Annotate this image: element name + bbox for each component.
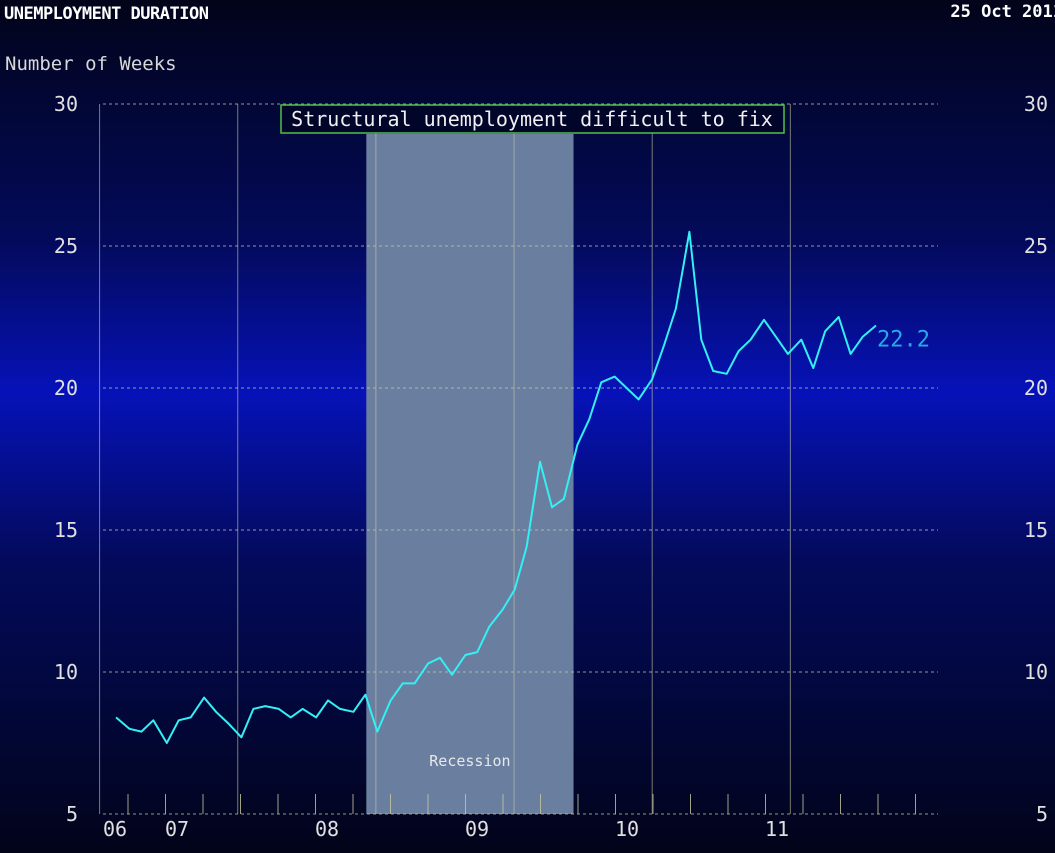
y-tick-label-right: 5 — [1036, 802, 1048, 826]
y-tick-label-right: 20 — [1024, 376, 1048, 400]
y-tick-label-right: 25 — [1024, 234, 1048, 258]
x-tick-label: 10 — [615, 817, 639, 841]
y-tick-label-left: 5 — [66, 802, 78, 826]
y-tick-label-left: 30 — [54, 92, 78, 116]
annotation-box: Structural unemployment difficult to fix — [280, 104, 785, 134]
annotation-text: Structural unemployment difficult to fix — [291, 107, 773, 131]
y-tick-label-left: 15 — [54, 518, 78, 542]
x-tick-label: 09 — [465, 817, 489, 841]
x-tick-label: 11 — [765, 817, 789, 841]
x-tick-label: 06 — [103, 817, 127, 841]
x-tick-label: 07 — [165, 817, 189, 841]
y-tick-label-left: 10 — [54, 660, 78, 684]
y-tick-label-left: 20 — [54, 376, 78, 400]
line-chart: Recession 5 5 10 10 15 15 20 20 25 25 30 30 06 07 08 09… — [54, 92, 1048, 841]
y-tick-label-right: 10 — [1024, 660, 1048, 684]
last-value-label: 22.2 — [877, 328, 930, 353]
y-tick-label-left: 25 — [54, 234, 78, 258]
y-tick-label-right: 30 — [1024, 92, 1048, 116]
recession-label: Recession — [429, 752, 510, 770]
y-tick-label-right: 15 — [1024, 518, 1048, 542]
x-tick-label: 08 — [315, 817, 339, 841]
